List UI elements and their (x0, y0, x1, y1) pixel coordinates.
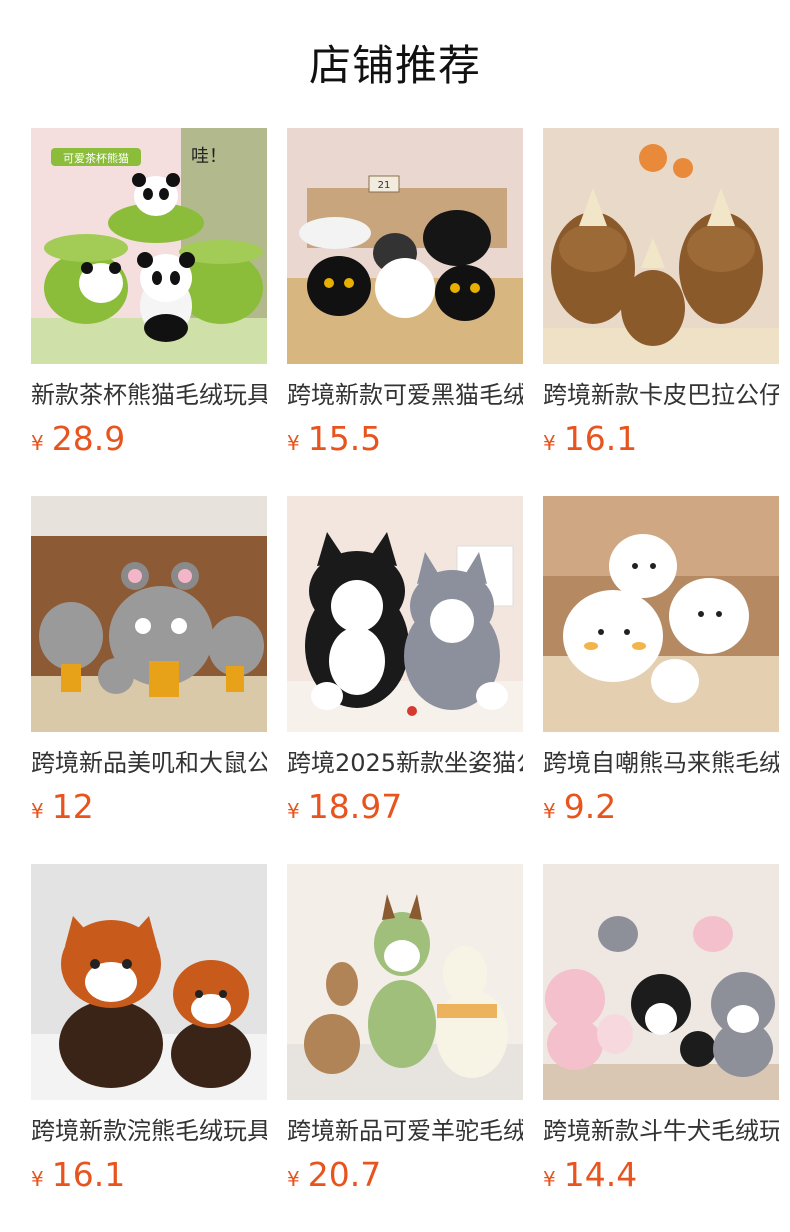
product-price: ¥16.1 (31, 1156, 267, 1194)
mouse-plush-image[interactable] (31, 496, 267, 732)
currency-symbol: ¥ (287, 799, 300, 823)
currency-symbol: ¥ (31, 431, 44, 455)
product-card[interactable]: 跨境新款卡皮巴拉公仔 ¥16.1 (543, 128, 779, 458)
product-name: 新款茶杯熊猫毛绒玩具 (31, 381, 267, 409)
product-price: ¥20.7 (287, 1156, 523, 1194)
white-bear-plush-image[interactable] (543, 496, 779, 732)
product-card[interactable]: 跨境新品美叽和大鼠公仔 ¥12 (31, 496, 267, 826)
price-value: 28.9 (51, 419, 126, 458)
price-value: 12 (51, 787, 94, 826)
price-value: 16.1 (563, 419, 638, 458)
product-price: ¥14.4 (543, 1156, 779, 1194)
price-value: 15.5 (307, 419, 382, 458)
product-name: 跨境新款卡皮巴拉公仔 (543, 381, 779, 409)
currency-symbol: ¥ (31, 1167, 44, 1191)
sitting-cat-plush-image[interactable] (287, 496, 523, 732)
product-price: ¥12 (31, 788, 267, 826)
page-title: 店铺推荐 (308, 41, 481, 90)
product-card[interactable]: 跨境新款斗牛犬毛绒玩具 ¥14.4 (543, 864, 779, 1194)
currency-symbol: ¥ (31, 799, 44, 823)
svg-text:21: 21 (378, 180, 391, 191)
product-card[interactable]: 21 跨境新款可爱黑猫毛绒玩具 ¥15.5 (287, 128, 523, 458)
product-name: 跨境2025新款坐姿猫公仔 (287, 749, 523, 777)
product-name: 跨境新款可爱黑猫毛绒玩具 (287, 381, 523, 409)
currency-symbol: ¥ (543, 1167, 556, 1191)
photo-caption: 可爱茶杯熊猫 (63, 151, 129, 165)
product-name: 跨境新款浣熊毛绒玩具 (31, 1117, 267, 1145)
product-card[interactable]: 跨境自嘲熊马来熊毛绒玩具 ¥9.2 (543, 496, 779, 826)
alpaca-plush-image[interactable] (287, 864, 523, 1100)
product-card[interactable]: 跨境2025新款坐姿猫公仔 ¥18.97 (287, 496, 523, 826)
product-card[interactable]: 跨境新品可爱羊驼毛绒玩具 ¥20.7 (287, 864, 523, 1194)
product-name: 跨境新品可爱羊驼毛绒玩具 (287, 1117, 523, 1145)
product-name: 跨境新品美叽和大鼠公仔 (31, 749, 267, 777)
product-card[interactable]: 跨境新款浣熊毛绒玩具 ¥16.1 (31, 864, 267, 1194)
bulldog-plush-image[interactable] (543, 864, 779, 1100)
capybara-plush-image[interactable] (543, 128, 779, 364)
price-value: 9.2 (563, 787, 617, 826)
product-price: ¥16.1 (543, 420, 779, 458)
currency-symbol: ¥ (287, 431, 300, 455)
product-name: 跨境新款斗牛犬毛绒玩具 (543, 1117, 779, 1145)
price-value: 20.7 (307, 1155, 382, 1194)
currency-symbol: ¥ (543, 799, 556, 823)
product-price: ¥15.5 (287, 420, 523, 458)
product-price: ¥28.9 (31, 420, 267, 458)
currency-symbol: ¥ (287, 1167, 300, 1191)
black-cat-plush-image[interactable]: 21 (287, 128, 523, 364)
red-panda-plush-image[interactable] (31, 864, 267, 1100)
product-price: ¥18.97 (287, 788, 523, 826)
product-name: 跨境自嘲熊马来熊毛绒玩具 (543, 749, 779, 777)
price-value: 14.4 (563, 1155, 638, 1194)
product-price: ¥9.2 (543, 788, 779, 826)
price-value: 18.97 (307, 787, 403, 826)
product-card[interactable]: 可爱茶杯熊猫 哇！ 新款茶杯熊猫毛绒玩具 ¥28.9 (31, 128, 267, 458)
panda-teacup-plush-image[interactable]: 可爱茶杯熊猫 哇！ (31, 128, 267, 364)
price-value: 16.1 (51, 1155, 126, 1194)
currency-symbol: ¥ (543, 431, 556, 455)
photo-exclaim: 哇！ (191, 146, 227, 167)
